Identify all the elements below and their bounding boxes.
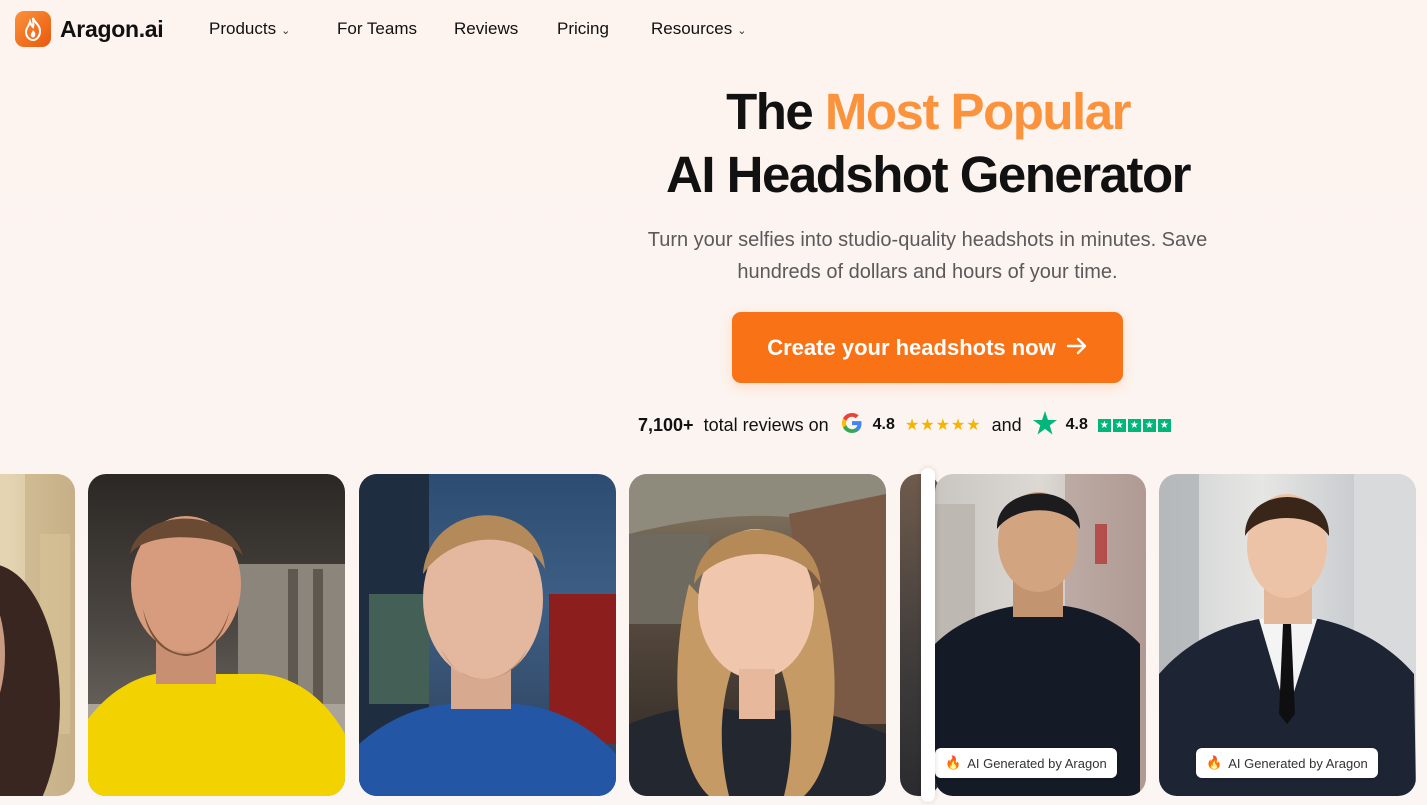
nav-resources-label: Resources xyxy=(651,19,733,38)
hero-title-accent: Most Popular xyxy=(824,83,1132,140)
trustpilot-stars-icon: ★ ★ ★ ★ ★ xyxy=(1097,418,1171,432)
hero-title-line2: AI Headshot Generator xyxy=(666,146,1191,203)
ai-headshot-photo: 🔥 AI Generated by Aragon xyxy=(935,474,1146,796)
nav-resources[interactable]: Resources ⌄ xyxy=(651,19,746,39)
google-g-icon xyxy=(839,410,865,441)
nav-reviews[interactable]: Reviews xyxy=(454,19,518,39)
nav-reviews-label: Reviews xyxy=(454,19,519,38)
ai-headshot-photo: 🔥 AI Generated by Aragon xyxy=(1159,474,1416,796)
selfie-photo xyxy=(0,474,75,796)
brand-name: Aragon.ai xyxy=(60,15,164,42)
hero-title-line1: The Most Popular xyxy=(0,82,1427,141)
nav-products-label: Products xyxy=(209,19,277,38)
selfie-photo xyxy=(359,474,616,796)
top-navigation: Aragon.ai Products ⌄ For Teams Reviews P… xyxy=(0,0,1427,60)
reviews-text: total reviews on xyxy=(703,414,829,435)
nav-pricing[interactable]: Pricing xyxy=(557,19,609,39)
reviews-count: 7,100+ xyxy=(638,414,694,435)
selfie-photo xyxy=(88,474,345,796)
cta-label: Create your headshots now xyxy=(767,334,1056,360)
chevron-down-icon: ⌄ xyxy=(737,24,747,37)
flame-icon: 🔥 xyxy=(945,755,962,770)
ai-generated-label: AI Generated by Aragon xyxy=(1228,755,1368,771)
arrow-right-icon xyxy=(1066,335,1088,361)
nav-products[interactable]: Products ⌄ xyxy=(209,19,290,39)
comparison-slider-handle[interactable] xyxy=(921,468,935,802)
nav-pricing-label: Pricing xyxy=(557,19,609,38)
flame-logo-icon xyxy=(15,11,51,47)
nav-for-teams[interactable]: For Teams xyxy=(337,19,417,39)
google-rating: 4.8 xyxy=(872,416,895,433)
reviews-summary: 7,100+ total reviews on 4.8 ★★★★★ and 4.… xyxy=(638,410,1171,440)
trustpilot-star-icon xyxy=(1032,410,1058,441)
hero-title-prefix: The xyxy=(726,83,825,140)
selfie-photo xyxy=(629,474,886,796)
trustpilot-rating: 4.8 xyxy=(1065,416,1088,433)
hero-subtitle: Turn your selfies into studio-quality he… xyxy=(647,229,1208,283)
create-headshots-button[interactable]: Create your headshots now xyxy=(732,312,1123,383)
ai-generated-badge: 🔥 AI Generated by Aragon xyxy=(935,748,1117,778)
ai-generated-badge: 🔥 AI Generated by Aragon xyxy=(1196,748,1378,778)
flame-icon: 🔥 xyxy=(1206,755,1223,770)
chevron-down-icon: ⌄ xyxy=(281,24,291,37)
ai-generated-label: AI Generated by Aragon xyxy=(967,755,1107,771)
nav-for-teams-label: For Teams xyxy=(337,19,417,38)
reviews-and: and xyxy=(991,414,1022,435)
brand-logo-link[interactable]: Aragon.ai xyxy=(15,11,164,47)
google-stars-icon: ★★★★★ xyxy=(904,417,982,434)
